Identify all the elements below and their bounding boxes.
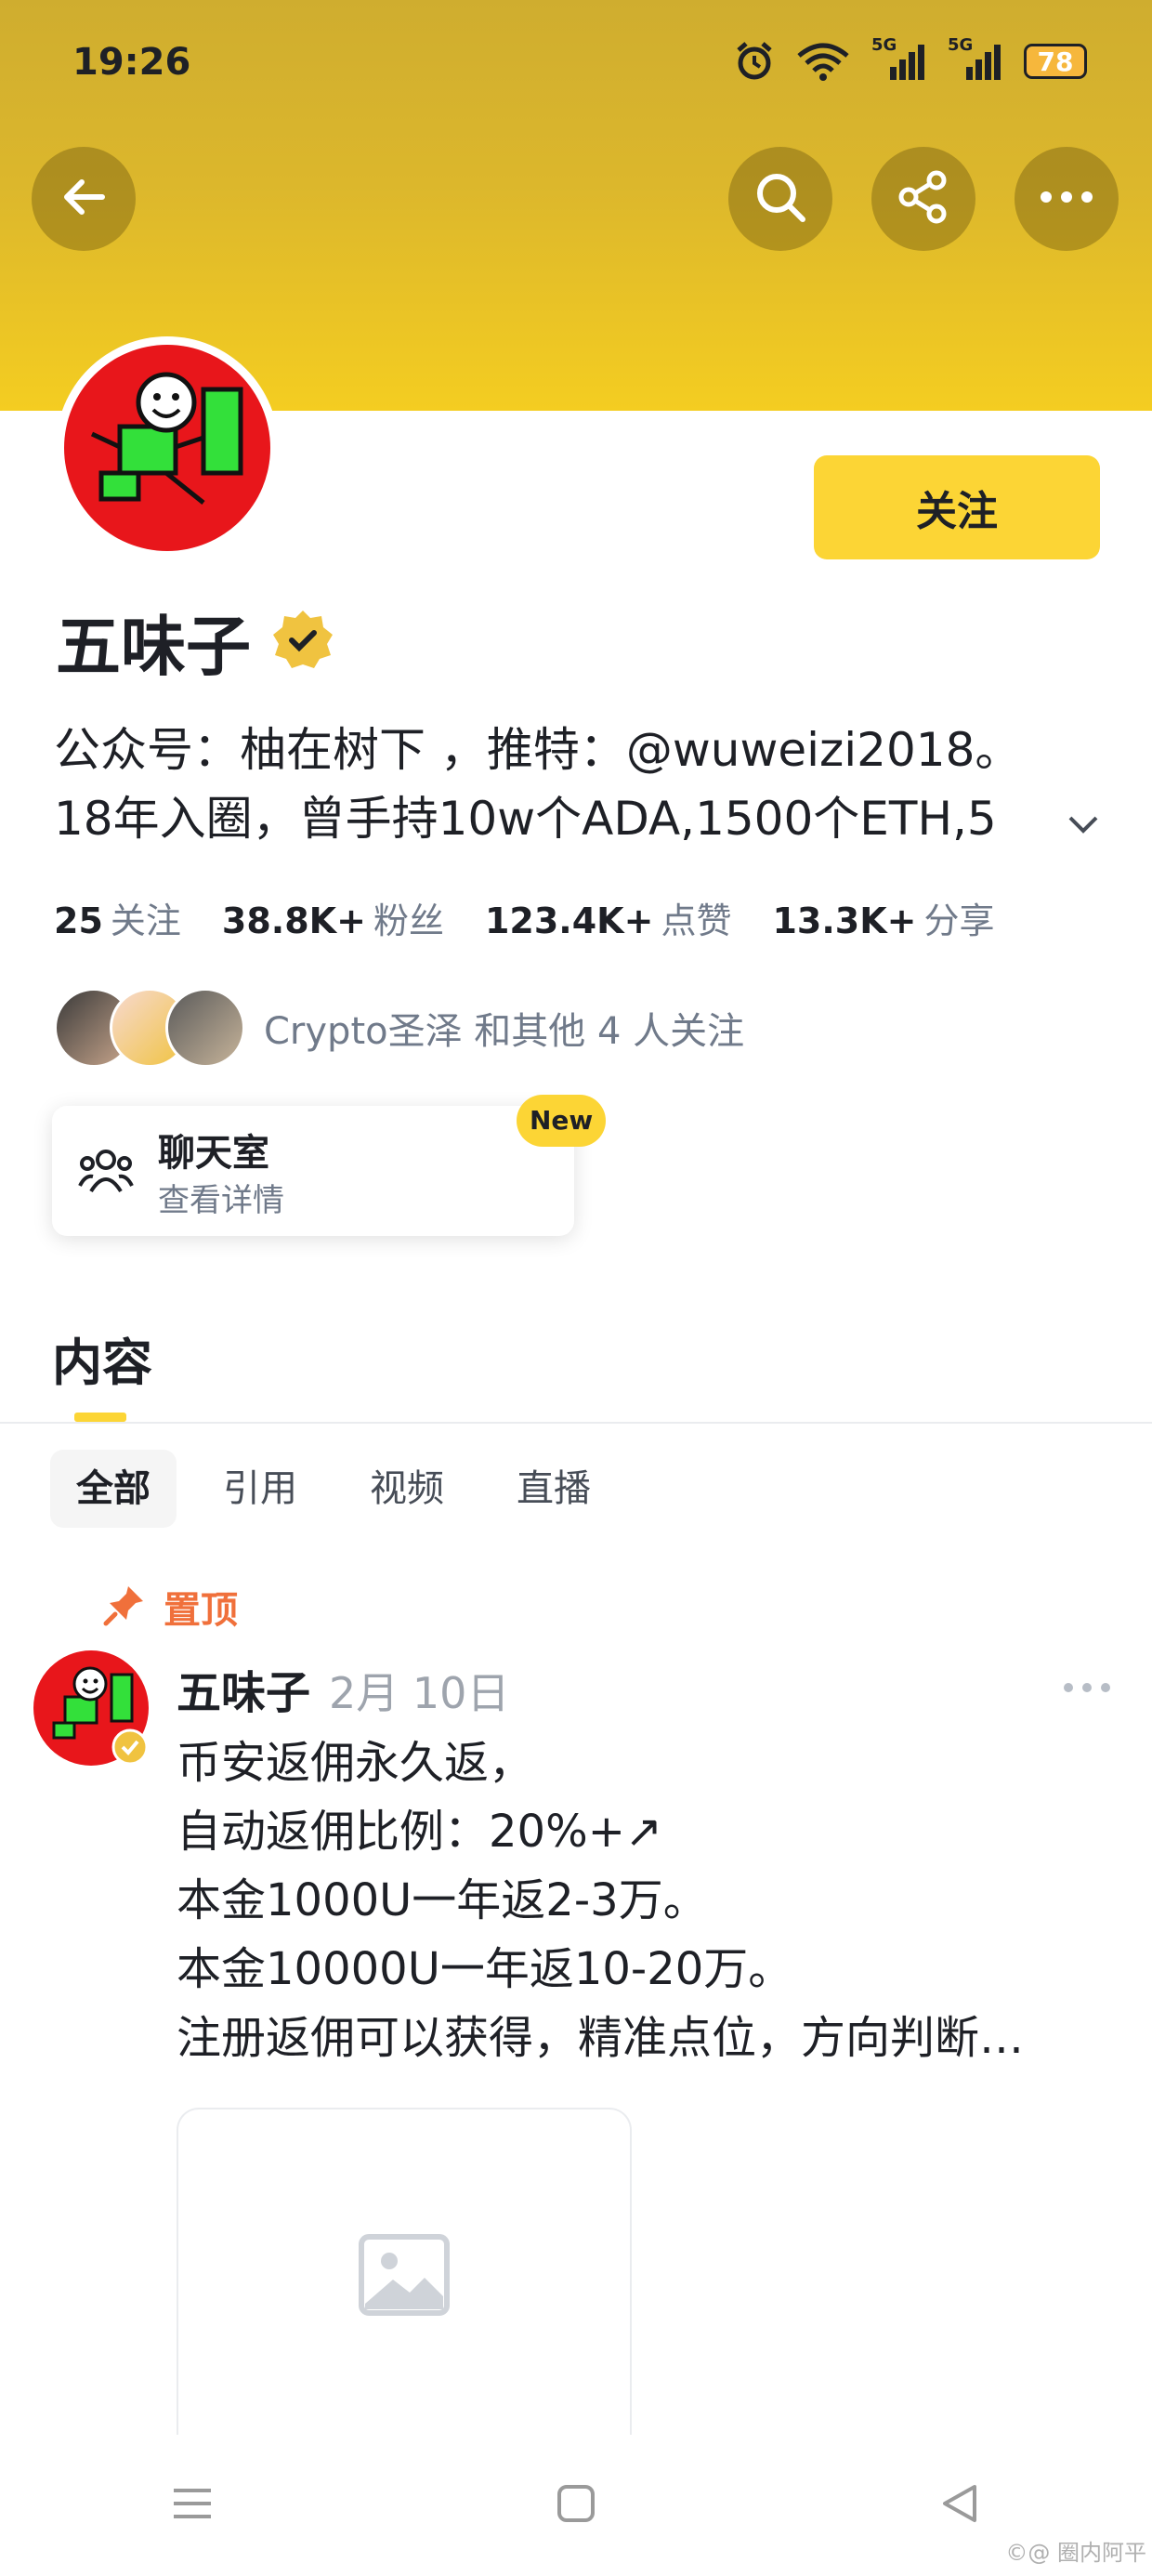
back-button[interactable] (32, 147, 136, 251)
arrow-left-icon (58, 171, 110, 227)
post-line: 币安返佣永久返， (177, 1737, 534, 1789)
follow-button[interactable]: 关注 (814, 455, 1100, 559)
post-author-avatar[interactable] (33, 1650, 149, 1766)
menu-button[interactable] (141, 2454, 243, 2556)
tab-content[interactable]: 内容 (52, 1321, 152, 1395)
filter-live[interactable]: 直播 (491, 1450, 617, 1528)
post-author[interactable]: 五味子 (177, 1656, 310, 1721)
pin-icon (102, 1583, 147, 1631)
menu-icon (170, 2485, 215, 2526)
stat-likes: 123.4K+ 点赞 (484, 900, 732, 941)
tab-indicator (74, 1413, 126, 1422)
avatar (165, 988, 245, 1068)
profile-avatar[interactable] (56, 336, 279, 559)
profile-stats: 25 关注 38.8K+ 粉丝 123.4K+ 点赞 13.3K+ 分享 (54, 892, 995, 943)
status-bar: 19:26 5G 5G 78 (0, 0, 1152, 130)
new-badge: New (517, 1095, 607, 1147)
back-nav-button[interactable] (909, 2454, 1011, 2556)
more-button[interactable] (1015, 147, 1119, 251)
image-placeholder-icon (358, 2233, 451, 2320)
stat-shares: 13.3K+ 分享 (772, 900, 995, 941)
signal-5g-icon: 5G (871, 35, 927, 82)
alarm-icon (734, 41, 775, 82)
search-button[interactable] (728, 147, 832, 251)
avatar-image (64, 345, 270, 551)
post-line: 自动返佣比例：20%+↗ (177, 1806, 663, 1858)
share-icon (896, 169, 951, 229)
profile-bio: 公众号：柚在树下 ，推特：@wuweizi2018。 18年入圈，曾手持10w个… (54, 716, 1104, 853)
bio-line-2: 18年入圈，曾手持10w个ADA,1500个ETH,5 (54, 792, 997, 846)
profile-name-row: 五味子 (56, 595, 336, 689)
filter-all[interactable]: 全部 (50, 1450, 177, 1528)
wifi-icon (795, 41, 851, 82)
post-header: 五味子 2月 10日 (177, 1656, 509, 1721)
followers-text: Crypto圣泽 和其他 4 人关注 (264, 1010, 745, 1053)
triangle-back-icon (939, 2483, 980, 2528)
verified-badge-icon (269, 607, 336, 677)
watermark: ©@ 圈内阿平 (1005, 2540, 1146, 2566)
system-navigation-bar (0, 2435, 1152, 2576)
group-icon (78, 1145, 134, 1201)
search-icon (753, 169, 808, 229)
share-button[interactable] (871, 147, 975, 251)
status-icons: 5G 5G 78 (734, 35, 1087, 82)
chat-room-title: 聊天室 (158, 1132, 269, 1175)
post-line: 注册返佣可以获得，精准点位，方向判断… (177, 2012, 1025, 2064)
post-date: 2月 10日 (329, 1668, 510, 1718)
stat-following[interactable]: 25 关注 (54, 892, 181, 943)
battery-indicator: 78 (1024, 44, 1087, 79)
post-image-placeholder[interactable] (177, 2108, 632, 2444)
pinned-label: 置顶 (164, 1589, 238, 1632)
bio-line-1: 公众号：柚在树下 ，推特：@wuweizi2018。 (54, 723, 1022, 777)
mutual-followers[interactable]: Crypto圣泽 和其他 4 人关注 (54, 988, 744, 1068)
square-icon (556, 2483, 596, 2528)
profile-name: 五味子 (56, 609, 251, 685)
content-filters: 全部 引用 视频 直播 (50, 1450, 617, 1528)
post-body[interactable]: 币安返佣永久返， 自动返佣比例：20%+↗ 本金1000U一年返2-3万。 本金… (177, 1728, 1115, 2072)
post-line: 本金10000U一年返10-20万。 (177, 1943, 793, 1995)
post-line: 本金1000U一年返2-3万。 (177, 1874, 708, 1926)
status-time: 19:26 (72, 41, 191, 84)
chat-room-card[interactable]: 聊天室 查看详情 New (52, 1095, 607, 1236)
more-horizontal-icon (1039, 188, 1094, 210)
divider (0, 1422, 1152, 1424)
home-button[interactable] (525, 2454, 627, 2556)
signal-5g-icon-2: 5G (948, 35, 1003, 82)
stat-followers[interactable]: 38.8K+ 粉丝 (222, 892, 444, 943)
chat-room-subtitle: 查看详情 (158, 1182, 284, 1219)
chevron-down-icon[interactable] (1063, 794, 1104, 862)
post-more-icon[interactable] (1063, 1680, 1111, 1699)
filter-quotes[interactable]: 引用 (197, 1450, 323, 1528)
pinned-indicator: 置顶 (102, 1580, 238, 1634)
filter-videos[interactable]: 视频 (344, 1450, 470, 1528)
